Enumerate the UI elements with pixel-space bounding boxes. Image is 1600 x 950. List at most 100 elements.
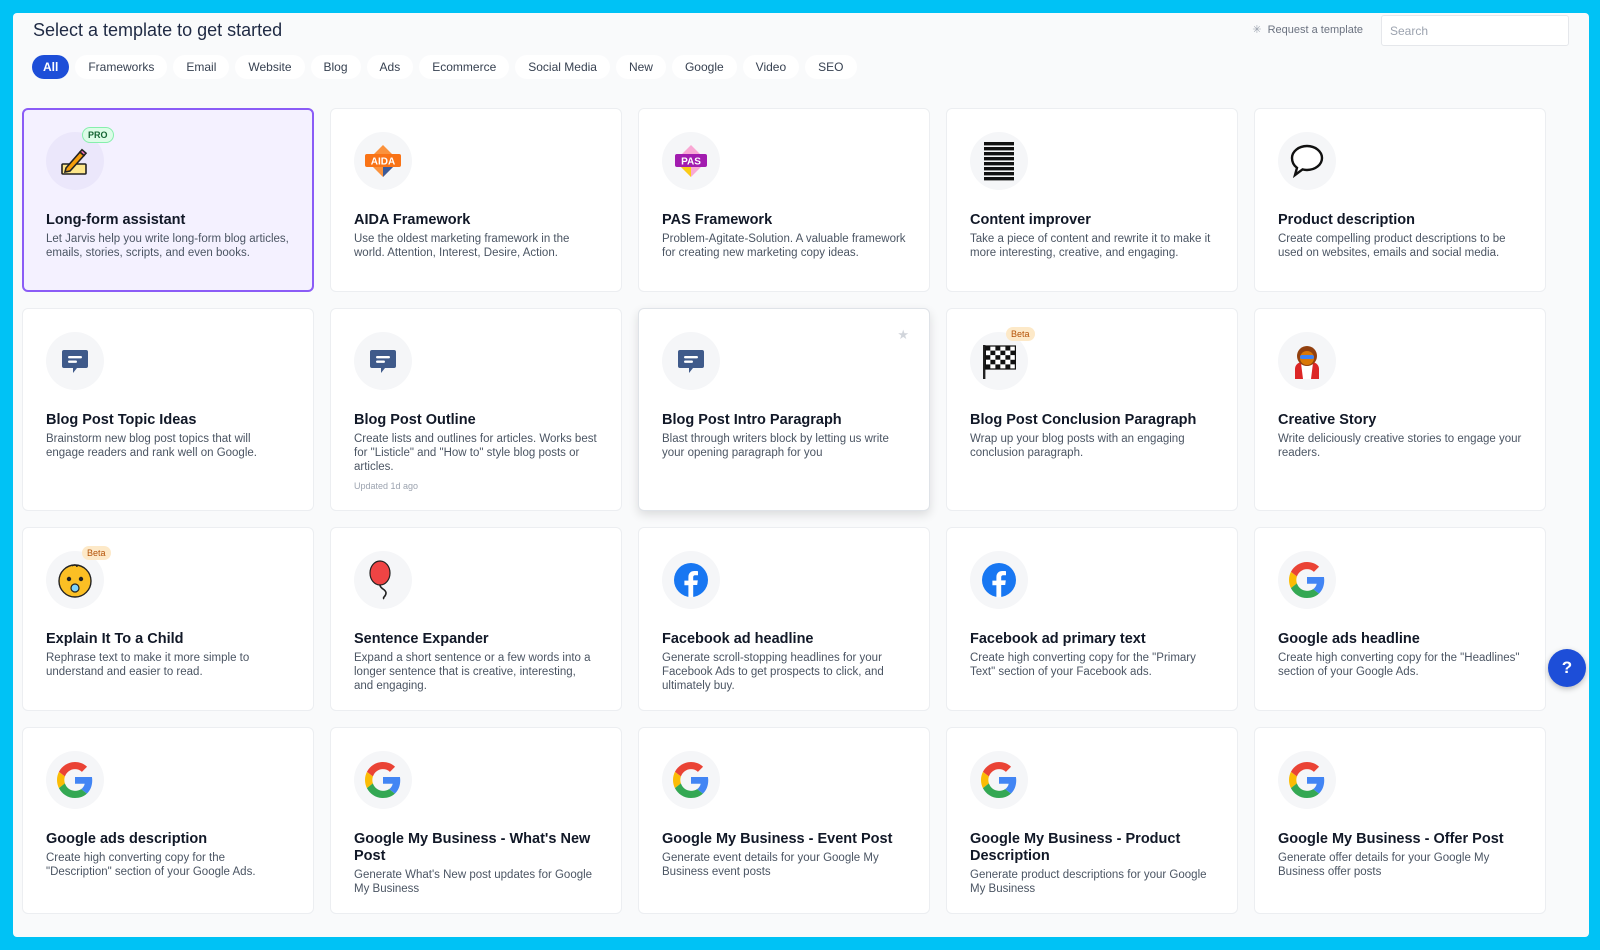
template-icon-wrap <box>662 751 720 809</box>
template-icon-wrap: PAS <box>662 132 720 190</box>
template-card[interactable]: PAS PAS Framework Problem-Agitate-Solutio… <box>638 108 930 292</box>
google-icon <box>1289 762 1325 798</box>
balloon-icon <box>365 560 401 600</box>
template-icon-wrap <box>1278 132 1336 190</box>
template-description: Problem-Agitate-Solution. A valuable fra… <box>662 233 906 259</box>
google-icon <box>57 762 93 798</box>
template-updated-meta: Updated 1d ago <box>354 481 419 491</box>
speech-bubble-icon <box>1288 142 1326 180</box>
help-button[interactable]: ? <box>1548 649 1586 687</box>
template-title: Google ads description <box>46 831 208 847</box>
template-icon-wrap <box>662 332 720 390</box>
template-title: Google My Business - What's New Post <box>354 831 591 864</box>
filter-chip-new[interactable]: New <box>615 55 666 79</box>
filter-chip-website[interactable]: Website <box>235 55 305 79</box>
template-icon-wrap <box>354 551 412 609</box>
filter-chip-social-media[interactable]: Social Media <box>515 55 610 79</box>
page-title: Select a template to get started <box>33 20 283 40</box>
template-icon-wrap: AIDA <box>354 132 412 190</box>
template-description: Generate offer details for your Google M… <box>1278 852 1490 878</box>
chat-icon <box>60 346 90 376</box>
template-description: Write deliciously creative stories to en… <box>1278 433 1522 459</box>
filter-chip-video[interactable]: Video <box>742 55 800 79</box>
template-description: Expand a short sentence or a few words i… <box>354 652 591 692</box>
template-description: Brainstorm new blog post topics that wil… <box>46 433 257 459</box>
checkered-flag-icon <box>979 341 1019 381</box>
template-icon-wrap <box>970 132 1028 190</box>
filter-chip-frameworks[interactable]: Frameworks <box>75 55 168 79</box>
template-card[interactable]: Creative Story Write deliciously creative… <box>1254 308 1546 511</box>
filter-chip-blog[interactable]: Blog <box>310 55 361 79</box>
template-icon-wrap <box>662 551 720 609</box>
header: Select a template to get started ✳ Reque… <box>23 13 1579 79</box>
template-description: Create high converting copy for the "Hea… <box>1278 652 1520 678</box>
template-description: Blast through writers block by letting u… <box>662 433 889 459</box>
template-description: Take a piece of content and rewrite it t… <box>970 233 1211 259</box>
template-card[interactable]: Facebook ad headline Generate scroll-stop… <box>638 527 930 711</box>
template-description: Generate event details for your Google M… <box>662 852 879 878</box>
template-description: Create compelling product descriptions t… <box>1278 233 1506 259</box>
template-title: Google My Business - Offer Post <box>1278 831 1504 847</box>
filter-chip-google[interactable]: Google <box>671 55 737 79</box>
favorite-star-icon[interactable]: ★ <box>897 327 909 343</box>
filter-chips: All Frameworks Email Website Blog Ads Ecommerc… <box>32 55 857 79</box>
template-icon-wrap <box>354 332 412 390</box>
sparkle-icon: ✳ <box>1252 24 1262 36</box>
template-icon-wrap <box>1278 551 1336 609</box>
pencil-writing-icon <box>58 144 92 178</box>
superhero-icon <box>1287 341 1327 381</box>
template-card[interactable]: Sentence Expander Expand a short sentence… <box>330 527 622 711</box>
template-card[interactable]: PRO Long-form assistant Let Jarvis help yo… <box>22 108 314 292</box>
template-description: Rephrase text to make it more simple to … <box>46 652 250 678</box>
filter-chip-all[interactable]: All <box>32 55 70 79</box>
template-title: Explain It To a Child <box>46 631 184 647</box>
template-title: Blog Post Intro Paragraph <box>662 412 842 428</box>
template-title: Google ads headline <box>1278 631 1420 647</box>
template-title: AIDA Framework <box>354 212 471 228</box>
template-description: Create high converting copy for the "Pri… <box>970 652 1196 678</box>
template-card[interactable]: Beta Explain It To a Child Rephrase text t… <box>22 527 314 711</box>
template-card[interactable]: ★ Blog Post Intro Paragraph Blast through … <box>638 308 930 511</box>
template-card[interactable]: Google ads description Create high conver… <box>22 727 314 914</box>
pas-icon: PAS <box>671 143 711 179</box>
template-card[interactable]: Content improver Take a piece of content … <box>946 108 1238 292</box>
template-title: Google My Business - Product Description <box>970 831 1181 864</box>
template-card[interactable]: Google My Business - Offer Post Generate … <box>1254 727 1546 914</box>
template-card[interactable]: Beta Blog Post Conclusion Paragraph Wrap u… <box>946 308 1238 511</box>
svg-text:AIDA: AIDA <box>371 157 395 168</box>
template-card[interactable]: Google My Business - Product Description… <box>946 727 1238 914</box>
baby-icon <box>55 560 95 600</box>
google-icon <box>1289 562 1325 598</box>
filter-chip-ecommerce[interactable]: Ecommerce <box>419 55 510 79</box>
google-icon <box>365 762 401 798</box>
template-card[interactable]: Google ads headline Create high convertin… <box>1254 527 1546 711</box>
template-card[interactable]: Google My Business - Event Post Generate … <box>638 727 930 914</box>
template-icon-wrap: Beta <box>46 546 111 609</box>
filter-chip-ads[interactable]: Ads <box>366 55 414 79</box>
filter-chip-email[interactable]: Email <box>173 55 230 79</box>
request-template-button[interactable]: ✳ Request a template <box>1252 23 1363 37</box>
template-card[interactable]: Google My Business - What's New Post Gene… <box>330 727 622 914</box>
template-icon-wrap <box>354 751 412 809</box>
template-card[interactable]: Product description Create compelling pro… <box>1254 108 1546 292</box>
beta-badge: Beta <box>1006 327 1035 341</box>
template-icon-wrap <box>1278 751 1336 809</box>
template-title: PAS Framework <box>662 212 773 228</box>
template-description: Use the oldest marketing framework in th… <box>354 233 570 259</box>
template-title: Product description <box>1278 212 1415 228</box>
template-title: Content improver <box>970 212 1091 228</box>
aida-icon: AIDA <box>363 143 403 179</box>
template-icon-wrap <box>1278 332 1336 390</box>
template-icon-wrap <box>970 551 1028 609</box>
template-card[interactable]: AIDA AIDA Framework Use the oldest market… <box>330 108 622 292</box>
filter-chip-seo[interactable]: SEO <box>805 55 857 79</box>
template-card[interactable]: Facebook ad primary text Create high conv… <box>946 527 1238 711</box>
template-icon-wrap <box>46 332 104 390</box>
search-input[interactable] <box>1381 15 1569 46</box>
template-title: Google My Business - Event Post <box>662 831 893 847</box>
template-title: Facebook ad headline <box>662 631 814 647</box>
template-card[interactable]: Blog Post Topic Ideas Brainstorm new blog… <box>22 308 314 511</box>
template-card[interactable]: Blog Post Outline Create lists and outlin… <box>330 308 622 511</box>
template-description: Create lists and outlines for articles. … <box>354 433 597 473</box>
template-icon-wrap <box>970 751 1028 809</box>
